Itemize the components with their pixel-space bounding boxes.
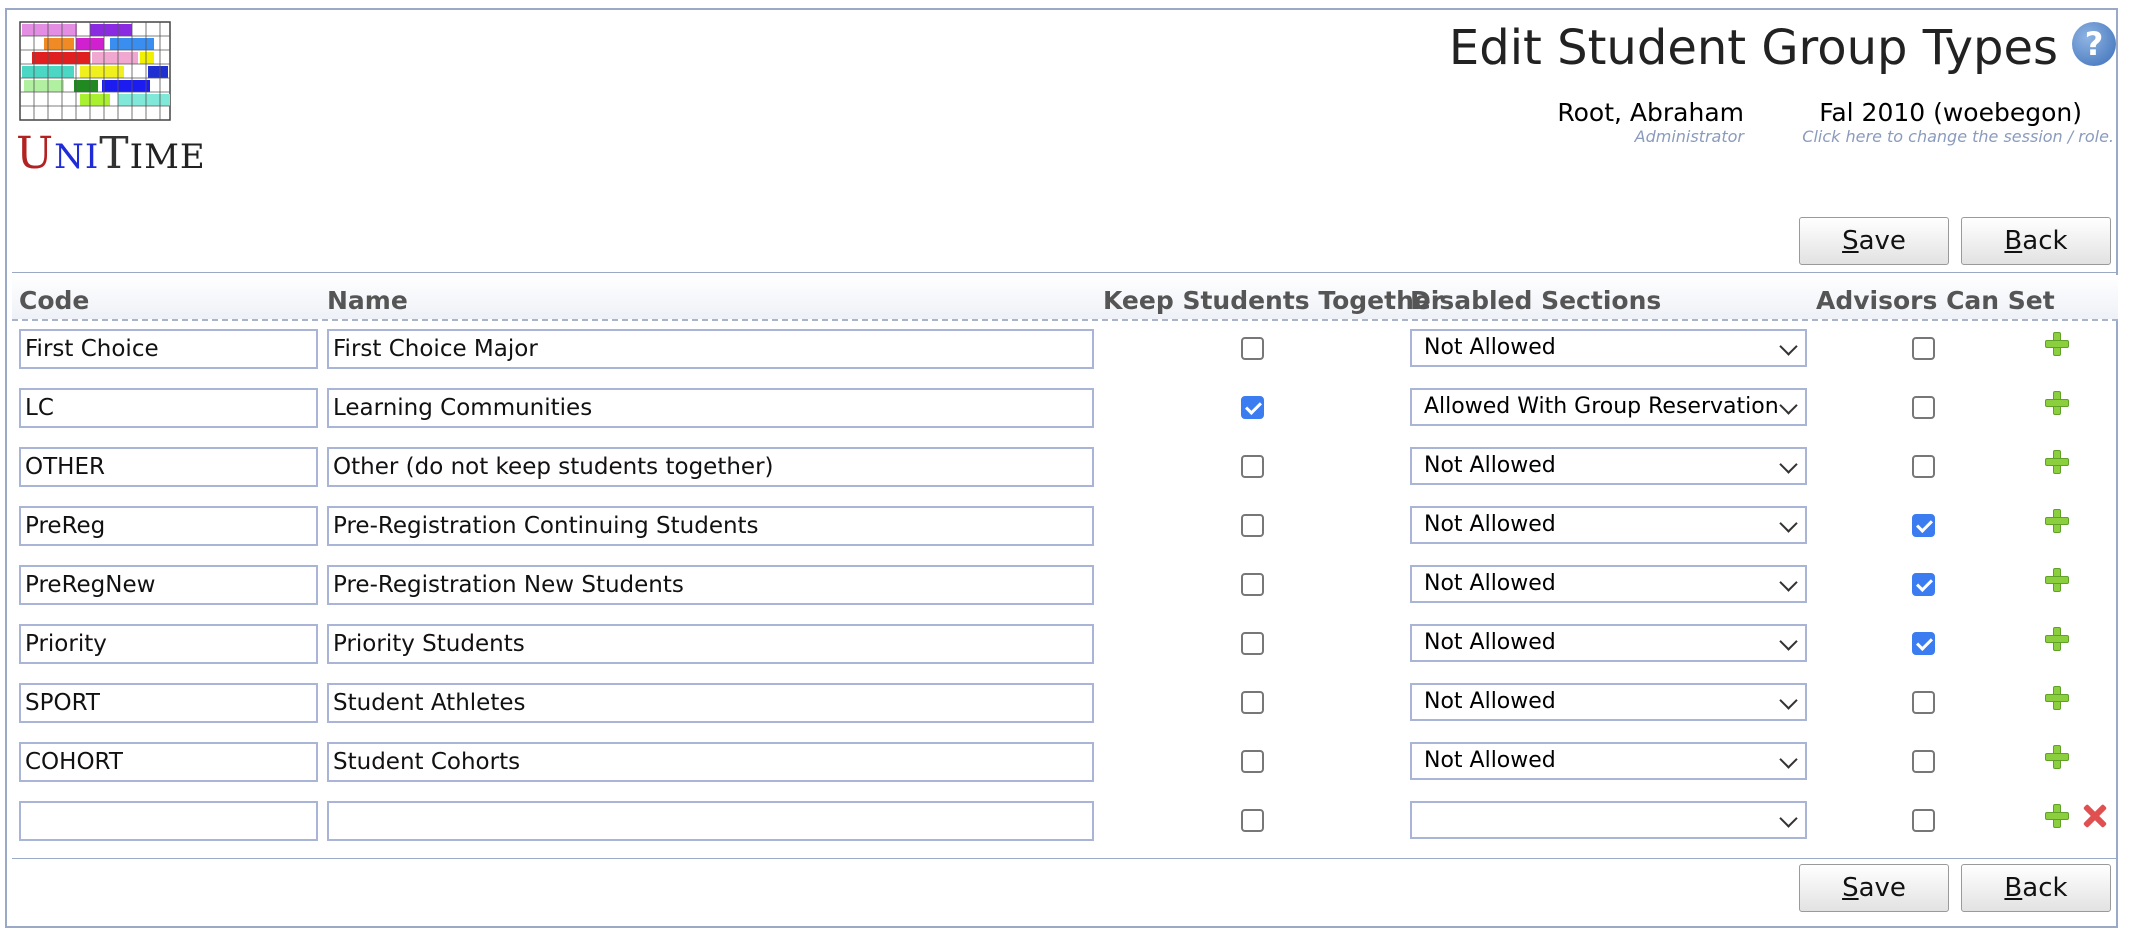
column-header-code: Code (19, 286, 90, 315)
disabled-sections-select[interactable]: Not Allowed (1410, 683, 1807, 721)
code-input[interactable] (19, 801, 318, 841)
table-row: COHORT Student Cohorts Not Allowed (0, 740, 2130, 799)
divider (12, 858, 2118, 859)
delete-row-icon[interactable] (2083, 804, 2107, 828)
add-row-icon[interactable] (2044, 331, 2070, 357)
code-input[interactable]: PreRegNew (19, 565, 318, 605)
table-row (0, 799, 2130, 858)
disabled-sections-value: Not Allowed (1424, 335, 1556, 360)
disabled-sections-value: Not Allowed (1424, 512, 1556, 537)
advisors-can-set-checkbox[interactable] (1912, 396, 1935, 419)
session-change-hint[interactable]: Click here to change the session / role. (1802, 127, 2114, 146)
table-row: Priority Priority Students Not Allowed (0, 622, 2130, 681)
name-input[interactable]: Priority Students (327, 624, 1094, 664)
divider (12, 272, 2118, 273)
help-icon[interactable]: ? (2072, 22, 2116, 66)
keep-together-checkbox[interactable] (1241, 573, 1264, 596)
disabled-sections-select[interactable]: Not Allowed (1410, 624, 1807, 662)
code-input[interactable]: OTHER (19, 447, 318, 487)
table-row: PreReg Pre-Registration Continuing Studen… (0, 504, 2130, 563)
unitime-wordmark: UNITIME (16, 128, 206, 179)
keep-together-checkbox[interactable] (1241, 750, 1264, 773)
disabled-sections-select[interactable]: Not Allowed (1410, 329, 1807, 367)
name-input[interactable]: Student Athletes (327, 683, 1094, 723)
code-input[interactable]: LC (19, 388, 318, 428)
user-role: Administrator (1634, 127, 1744, 146)
chevron-down-icon (1779, 455, 1798, 474)
keep-together-checkbox[interactable] (1241, 514, 1264, 537)
name-input[interactable] (327, 801, 1094, 841)
name-input[interactable]: Pre-Registration New Students (327, 565, 1094, 605)
page-title: Edit Student Group Types (1448, 20, 2058, 76)
code-input[interactable]: PreReg (19, 506, 318, 546)
disabled-sections-select[interactable]: Not Allowed (1410, 506, 1807, 544)
advisors-can-set-checkbox[interactable] (1912, 573, 1935, 596)
advisors-can-set-checkbox[interactable] (1912, 632, 1935, 655)
disabled-sections-select[interactable]: Not Allowed (1410, 742, 1807, 780)
table-row: OTHER Other (do not keep students togethe… (0, 445, 2130, 504)
disabled-sections-value: Not Allowed (1424, 748, 1556, 773)
code-input[interactable]: Priority (19, 624, 318, 664)
disabled-sections-select[interactable] (1410, 801, 1807, 839)
session-name[interactable]: Fal 2010 (woebegon) (1819, 98, 2082, 127)
back-button[interactable]: Back (1961, 217, 2111, 265)
disabled-sections-value: Not Allowed (1424, 453, 1556, 478)
table-row: PreRegNew Pre-Registration New Students No… (0, 563, 2130, 622)
chevron-down-icon (1779, 809, 1798, 828)
code-input[interactable]: SPORT (19, 683, 318, 723)
column-header-advisors-can-set: Advisors Can Set (1816, 286, 2055, 315)
keep-together-checkbox[interactable] (1241, 396, 1264, 419)
add-row-icon[interactable] (2044, 508, 2070, 534)
keep-together-checkbox[interactable] (1241, 809, 1264, 832)
table-row: First Choice First Choice Major Not Allowe… (0, 327, 2130, 386)
chevron-down-icon (1779, 573, 1798, 592)
code-input[interactable]: First Choice (19, 329, 318, 369)
column-header-keep-together: Keep Students Together (1103, 286, 1444, 315)
chevron-down-icon (1779, 691, 1798, 710)
column-header-name: Name (327, 286, 408, 315)
add-row-icon[interactable] (2044, 567, 2070, 593)
disabled-sections-select[interactable]: Not Allowed (1410, 447, 1807, 485)
chevron-down-icon (1779, 337, 1798, 356)
column-header-disabled-sections: Disabled Sections (1410, 286, 1662, 315)
disabled-sections-value: Not Allowed (1424, 689, 1556, 714)
add-row-icon[interactable] (2044, 449, 2070, 475)
keep-together-checkbox[interactable] (1241, 691, 1264, 714)
advisors-can-set-checkbox[interactable] (1912, 750, 1935, 773)
add-row-icon[interactable] (2044, 685, 2070, 711)
advisors-can-set-checkbox[interactable] (1912, 455, 1935, 478)
back-button[interactable]: Back (1961, 864, 2111, 912)
name-input[interactable]: Pre-Registration Continuing Students (327, 506, 1094, 546)
name-input[interactable]: First Choice Major (327, 329, 1094, 369)
disabled-sections-value: Not Allowed (1424, 571, 1556, 596)
save-button[interactable]: Save (1799, 864, 1949, 912)
disabled-sections-value: Allowed With Group Reservation (1424, 394, 1779, 419)
add-row-icon[interactable] (2044, 390, 2070, 416)
keep-together-checkbox[interactable] (1241, 632, 1264, 655)
advisors-can-set-checkbox[interactable] (1912, 337, 1935, 360)
chevron-down-icon (1779, 396, 1798, 415)
add-row-icon[interactable] (2044, 626, 2070, 652)
table-row: LC Learning Communities Allowed With Group… (0, 386, 2130, 445)
name-input[interactable]: Student Cohorts (327, 742, 1094, 782)
keep-together-checkbox[interactable] (1241, 455, 1264, 478)
name-input[interactable]: Learning Communities (327, 388, 1094, 428)
name-input[interactable]: Other (do not keep students together) (327, 447, 1094, 487)
user-name[interactable]: Root, Abraham (1557, 98, 1744, 127)
chevron-down-icon (1779, 632, 1798, 651)
table-row: SPORT Student Athletes Not Allowed (0, 681, 2130, 740)
chevron-down-icon (1779, 514, 1798, 533)
advisors-can-set-checkbox[interactable] (1912, 691, 1935, 714)
keep-together-checkbox[interactable] (1241, 337, 1264, 360)
advisors-can-set-checkbox[interactable] (1912, 514, 1935, 537)
add-row-icon[interactable] (2044, 803, 2070, 829)
add-row-icon[interactable] (2044, 744, 2070, 770)
code-input[interactable]: COHORT (19, 742, 318, 782)
disabled-sections-select[interactable]: Not Allowed (1410, 565, 1807, 603)
disabled-sections-value: Not Allowed (1424, 630, 1556, 655)
chevron-down-icon (1779, 750, 1798, 769)
advisors-can-set-checkbox[interactable] (1912, 809, 1935, 832)
save-button[interactable]: Save (1799, 217, 1949, 265)
disabled-sections-select[interactable]: Allowed With Group Reservation (1410, 388, 1807, 426)
